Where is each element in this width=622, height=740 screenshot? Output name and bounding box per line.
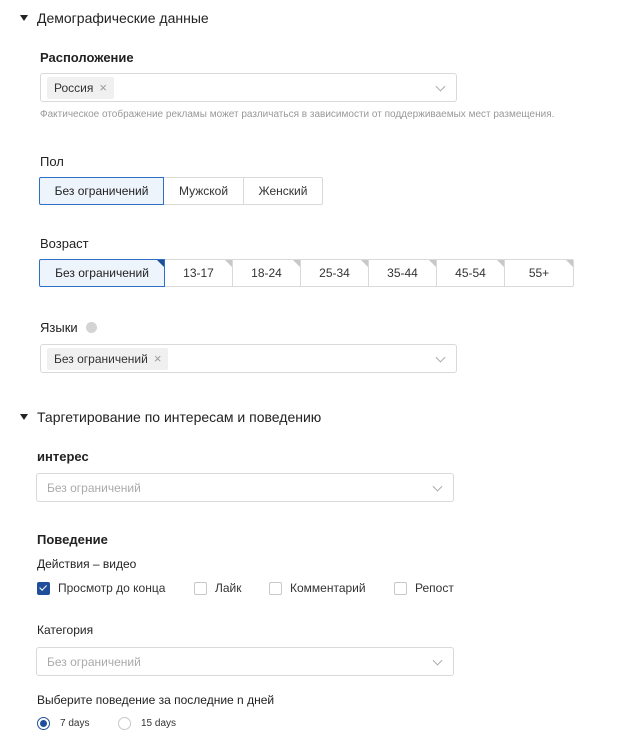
corner-marker xyxy=(429,260,436,267)
period-label: Выберите поведение за последние n дней xyxy=(37,693,275,707)
languages-tag: Без ограничений × xyxy=(47,347,169,370)
location-tag: Россия × xyxy=(47,76,114,99)
chevron-down-icon xyxy=(432,655,443,666)
category-placeholder: Без ограничений xyxy=(47,654,141,669)
age-option-13-17[interactable]: 13-17 xyxy=(164,259,233,287)
radio-checked-icon[interactable] xyxy=(37,717,50,730)
age-option-35-44[interactable]: 35-44 xyxy=(368,259,437,287)
checkbox-full-view[interactable]: Просмотр до конца xyxy=(37,581,165,595)
age-option-label: 35-44 xyxy=(387,266,418,280)
radio-15-days[interactable]: 15 days xyxy=(118,717,176,730)
corner-marker xyxy=(566,260,573,267)
location-select[interactable]: Россия × xyxy=(40,73,457,102)
age-option-label: 45-54 xyxy=(455,266,486,280)
checkbox-comment[interactable]: Комментарий xyxy=(269,581,366,595)
interest-placeholder: Без ограничений xyxy=(47,480,141,495)
targeting-section-header[interactable]: Таргетирование по интересам и поведению xyxy=(20,409,321,425)
radio-icon[interactable] xyxy=(118,717,131,730)
languages-tag-label: Без ограничений xyxy=(54,351,148,366)
gender-option-label: Женский xyxy=(258,184,308,198)
gender-option-male[interactable]: Мужской xyxy=(163,177,244,205)
radio-7-days[interactable]: 7 days xyxy=(37,717,89,730)
languages-label: Языки xyxy=(40,320,78,335)
checkbox-like[interactable]: Лайк xyxy=(194,581,242,595)
category-label: Категория xyxy=(37,623,94,637)
age-option-label: 25-34 xyxy=(319,266,350,280)
age-option-any[interactable]: Без ограничений xyxy=(39,259,165,287)
age-option-label: 18-24 xyxy=(251,266,282,280)
demographics-title: Демографические данные xyxy=(37,10,209,26)
checkbox-label: Репост xyxy=(415,581,454,595)
gender-option-any[interactable]: Без ограничений xyxy=(39,177,164,205)
age-option-25-34[interactable]: 25-34 xyxy=(300,259,369,287)
corner-marker xyxy=(225,260,232,267)
interest-select[interactable]: Без ограничений xyxy=(36,473,454,502)
close-icon[interactable]: × xyxy=(154,351,162,366)
languages-label-row: Языки xyxy=(40,320,97,335)
age-option-label: 13-17 xyxy=(183,266,214,280)
radio-label: 15 days xyxy=(141,718,177,729)
age-option-45-54[interactable]: 45-54 xyxy=(436,259,505,287)
category-select[interactable]: Без ограничений xyxy=(36,647,454,676)
languages-select[interactable]: Без ограничений × xyxy=(40,344,457,373)
caret-down-icon xyxy=(20,15,28,21)
corner-marker xyxy=(157,260,164,267)
gender-label: Пол xyxy=(40,154,64,169)
checkbox-label: Лайк xyxy=(215,581,242,595)
checkbox-icon[interactable] xyxy=(269,581,282,595)
info-icon[interactable] xyxy=(85,322,97,333)
radio-label: 7 days xyxy=(60,718,90,729)
demographics-section-header[interactable]: Демографические данные xyxy=(20,10,209,26)
checkbox-checked-icon[interactable] xyxy=(37,581,50,595)
targeting-title: Таргетирование по интересам и поведению xyxy=(37,409,322,425)
gender-option-label: Без ограничений xyxy=(54,184,149,198)
corner-marker xyxy=(293,260,300,267)
chevron-down-icon xyxy=(432,481,443,492)
chevron-down-icon xyxy=(435,81,446,92)
interest-label: интерес xyxy=(37,449,89,464)
corner-marker xyxy=(497,260,504,267)
age-option-55-plus[interactable]: 55+ xyxy=(504,259,574,287)
age-option-label: 55+ xyxy=(528,266,550,280)
checkbox-icon[interactable] xyxy=(194,581,207,595)
gender-option-label: Мужской xyxy=(178,184,229,198)
gender-option-female[interactable]: Женский xyxy=(243,177,323,205)
checkbox-label: Просмотр до конца xyxy=(58,581,166,595)
age-option-label: Без ограничений xyxy=(55,266,149,280)
age-segmented: Без ограничений 13-17 18-24 25-34 35-44 … xyxy=(39,259,574,287)
corner-marker xyxy=(361,260,368,267)
chevron-down-icon xyxy=(435,352,446,363)
actions-label: Действия – видео xyxy=(37,557,137,571)
checkbox-repost[interactable]: Репост xyxy=(394,581,454,595)
caret-down-icon xyxy=(20,414,28,420)
checkbox-icon[interactable] xyxy=(394,581,407,595)
age-option-18-24[interactable]: 18-24 xyxy=(232,259,301,287)
location-tag-label: Россия xyxy=(54,80,94,95)
close-icon[interactable]: × xyxy=(99,80,107,95)
checkbox-label: Комментарий xyxy=(290,581,366,595)
location-hint: Фактическое отображение рекламы может ра… xyxy=(40,109,555,120)
gender-segmented: Без ограничений Мужской Женский xyxy=(39,177,323,205)
age-label: Возраст xyxy=(40,236,89,251)
location-label: Расположение xyxy=(40,50,134,65)
behavior-label: Поведение xyxy=(37,532,108,547)
